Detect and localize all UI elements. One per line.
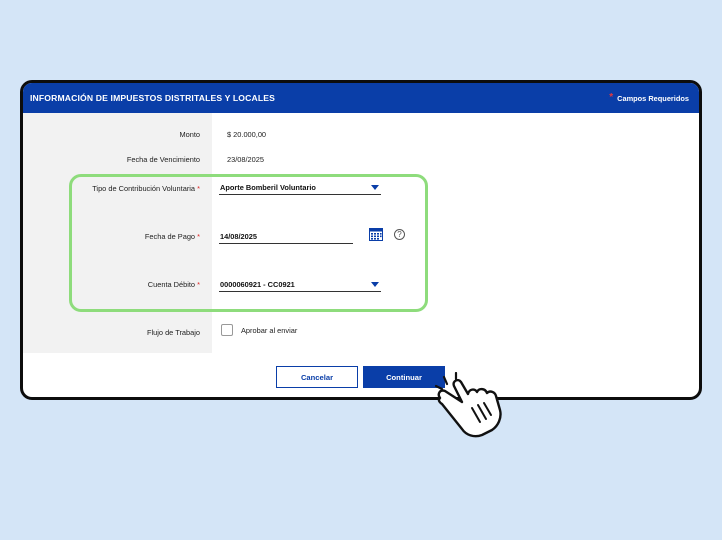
- tax-info-card: INFORMACIÓN DE IMPUESTOS DISTRITALES Y L…: [20, 80, 702, 400]
- pointer-hand-icon: [434, 372, 502, 438]
- card-title: INFORMACIÓN DE IMPUESTOS DISTRITALES Y L…: [30, 93, 275, 103]
- monto-value: $ 20.000,00: [227, 130, 267, 139]
- highlight-frame: [69, 174, 428, 312]
- continue-button[interactable]: Continuar: [363, 366, 445, 388]
- monto-label: Monto: [179, 130, 200, 139]
- vencimiento-label: Fecha de Vencimiento: [126, 155, 200, 164]
- card-header: INFORMACIÓN DE IMPUESTOS DISTRITALES Y L…: [23, 83, 699, 113]
- flujo-trabajo-label: Flujo de Trabajo: [147, 328, 200, 337]
- vencimiento-value: 23/08/2025: [227, 155, 264, 164]
- required-star-icon: *: [609, 92, 614, 103]
- aprobar-checkbox[interactable]: [221, 324, 233, 336]
- aprobar-checkbox-label: Aprobar al enviar: [241, 326, 298, 335]
- required-fields-label: Campos Requeridos: [617, 93, 689, 103]
- cancel-button[interactable]: Cancelar: [276, 366, 358, 388]
- required-fields-legend: * Campos Requeridos: [609, 93, 689, 103]
